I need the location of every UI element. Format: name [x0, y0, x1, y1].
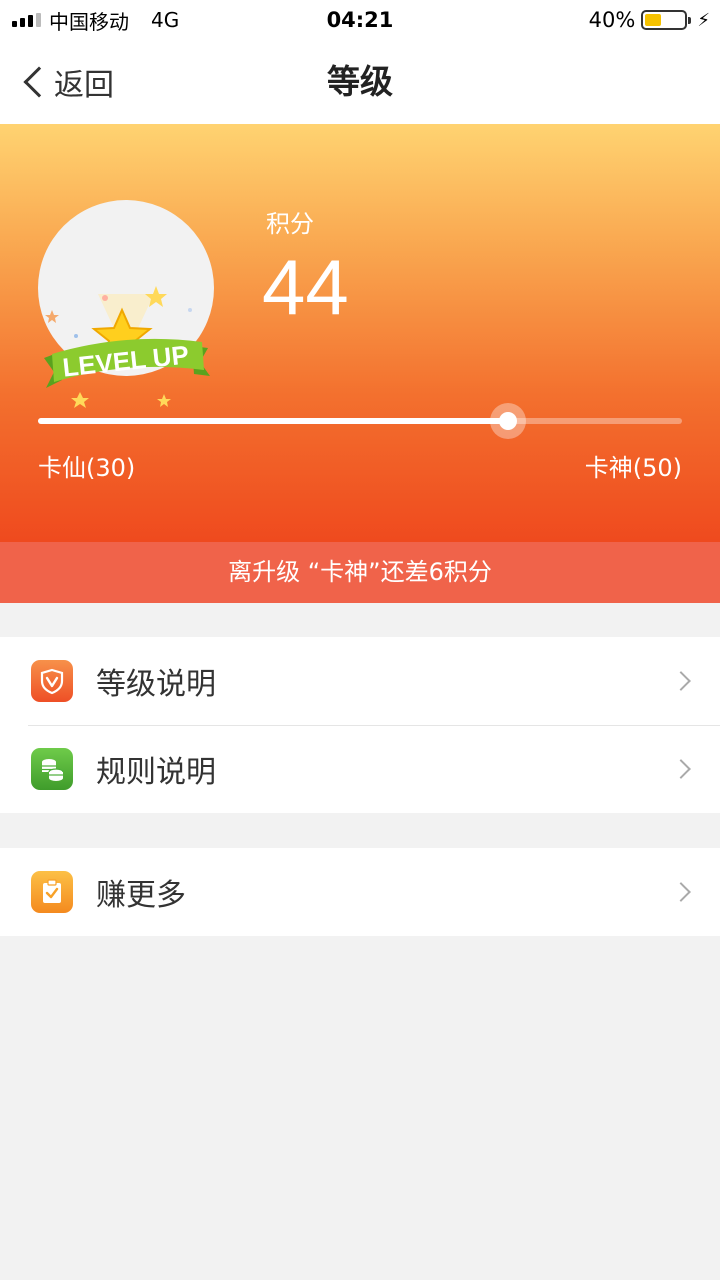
coins-icon — [31, 748, 73, 790]
level-progress-fill — [38, 418, 509, 424]
points-label: 积分 — [266, 210, 314, 238]
status-right: 40% ⚡ — [589, 0, 710, 40]
battery-fill — [645, 14, 661, 26]
menu-group-info: 等级说明 规则说明 — [0, 637, 720, 813]
battery-percent: 40% — [588, 8, 636, 32]
shield-v-icon — [31, 660, 73, 702]
points-value: 44 — [262, 243, 349, 331]
menu-item-earn-more[interactable]: 赚更多 — [0, 848, 720, 936]
progress-thumb — [499, 412, 518, 430]
clipboard-check-icon — [31, 871, 73, 913]
menu-group-earn: 赚更多 — [0, 848, 720, 936]
upgrade-hint-banner: 离升级 “卡神”还差6积分 — [0, 542, 720, 603]
chevron-right-icon — [671, 759, 691, 779]
nav-bar: 返回 等级 — [0, 40, 720, 124]
menu-item-level-description[interactable]: 等级说明 — [0, 637, 720, 725]
charging-icon: ⚡ — [697, 9, 710, 31]
menu-item-label: 规则说明 — [96, 755, 216, 790]
battery-icon — [641, 10, 692, 30]
next-level-label: 卡神(50) — [584, 454, 682, 482]
level-progress-bar — [38, 403, 682, 439]
menu-item-rules-description[interactable]: 规则说明 — [0, 725, 720, 813]
status-bar: 中国移动 4G 04:21 40% ⚡ — [0, 0, 720, 40]
menu-item-label: 等级说明 — [96, 667, 216, 702]
chevron-right-icon — [671, 671, 691, 691]
level-hero: LEVEL UP 积分 44 卡仙(30) 卡神(50) — [0, 124, 720, 542]
current-level-label: 卡仙(30) — [38, 454, 136, 482]
chevron-right-icon — [671, 882, 691, 902]
menu-item-label: 赚更多 — [96, 878, 186, 913]
badge-text: LEVEL UP — [61, 339, 190, 382]
page-title: 等级 — [327, 62, 393, 101]
level-up-badge-icon: LEVEL UP — [44, 286, 210, 408]
